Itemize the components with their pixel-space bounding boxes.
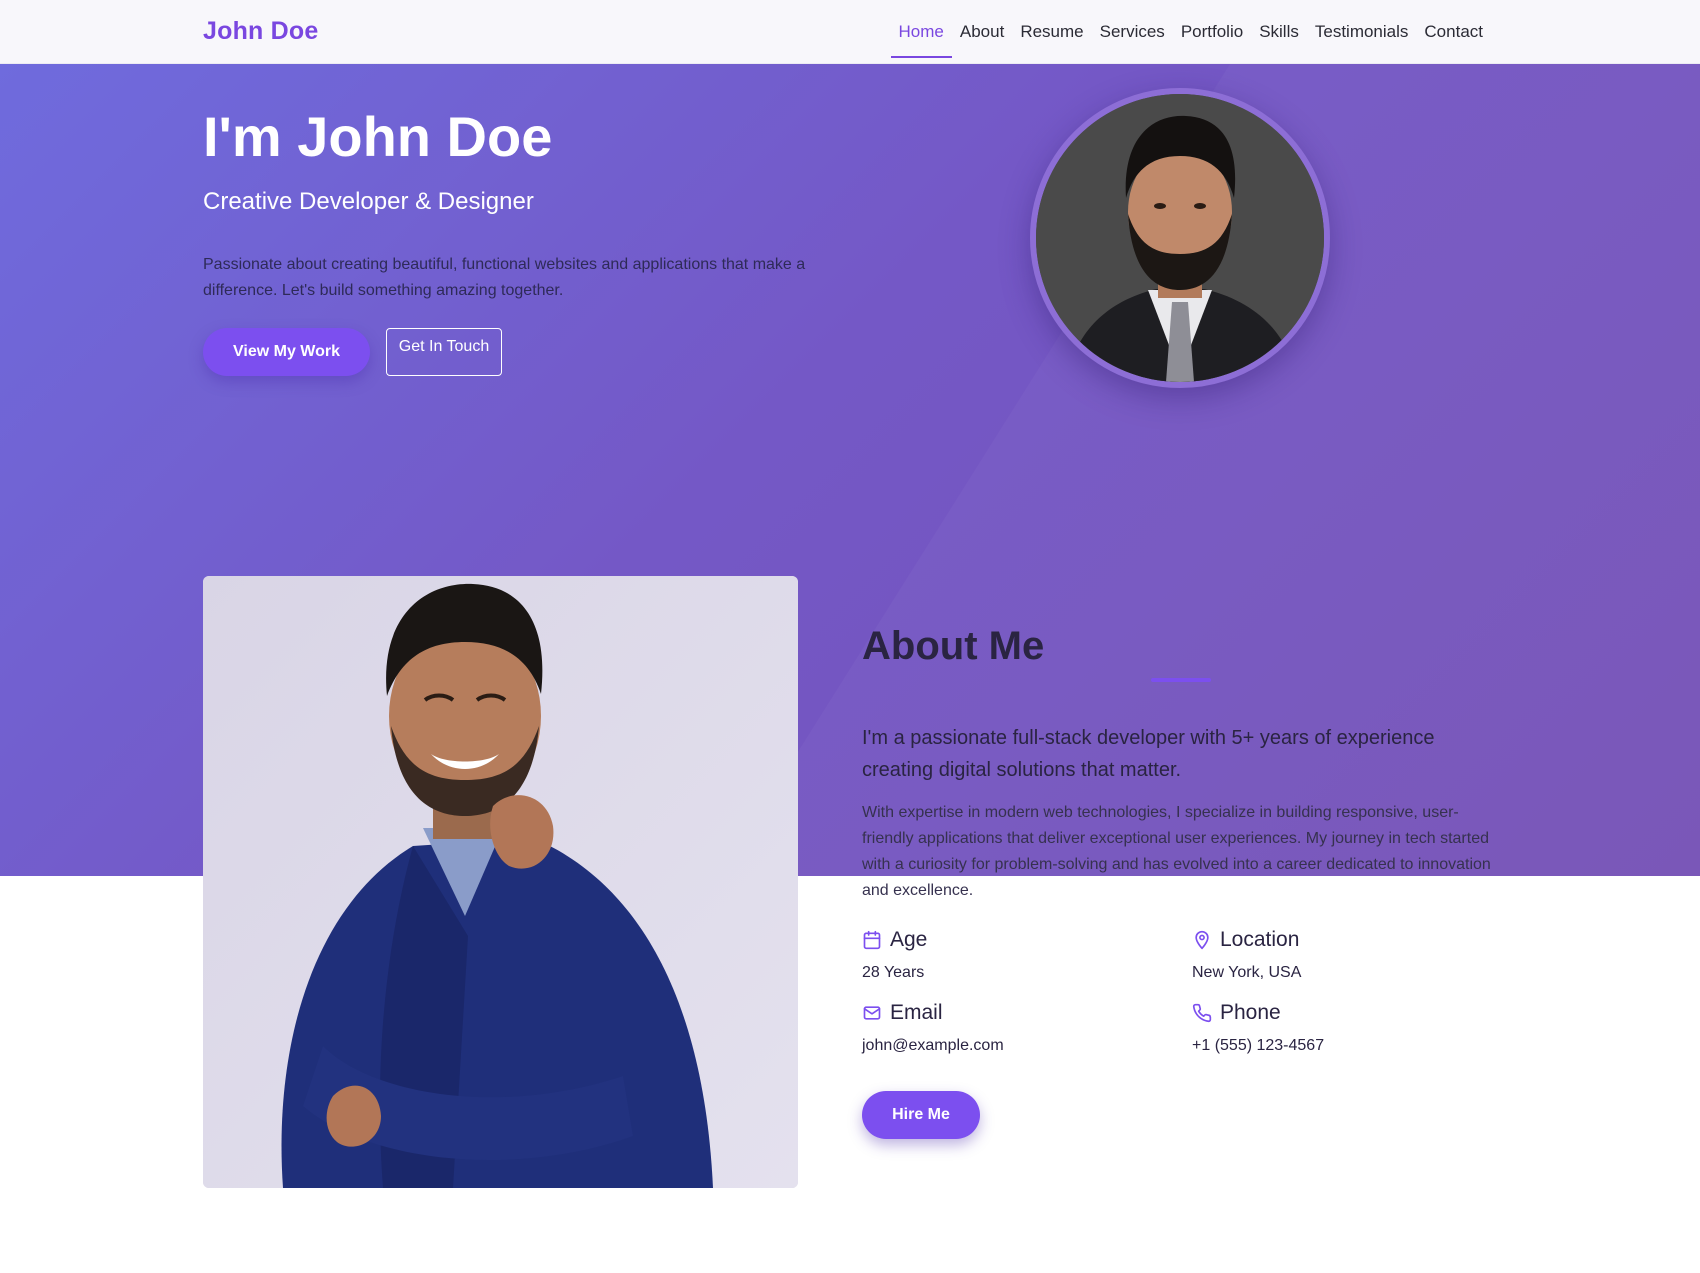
hero-subtitle: Creative Developer & Designer <box>203 188 534 215</box>
info-label-email: Email <box>890 1001 943 1024</box>
get-in-touch-button[interactable]: Get In Touch <box>386 328 502 376</box>
hero-description: Passionate about creating beautiful, fun… <box>203 256 806 299</box>
view-my-work-button[interactable]: View My Work <box>203 328 370 376</box>
info-label-phone: Phone <box>1220 1001 1281 1024</box>
info-age: Age 28 Years <box>862 928 927 982</box>
nav-resume[interactable]: Resume <box>1012 0 1091 64</box>
about-portrait-image <box>203 576 798 1188</box>
map-pin-icon <box>1195 930 1209 950</box>
nav-portfolio[interactable]: Portfolio <box>1173 0 1251 64</box>
nav-contact[interactable]: Contact <box>1416 0 1491 64</box>
calendar-icon <box>863 930 881 950</box>
info-value-location: New York, USA <box>1192 964 1302 981</box>
nav-skills[interactable]: Skills <box>1251 0 1307 64</box>
avatar-portrait-image <box>1036 94 1324 382</box>
about-title: About Me <box>862 624 1045 668</box>
about-photo <box>203 576 798 1188</box>
info-value-phone[interactable]: +1 (555) 123-4567 <box>1192 1037 1324 1055</box>
info-location: Location New York, USA <box>1192 928 1301 982</box>
nav-testimonials[interactable]: Testimonials <box>1307 0 1417 64</box>
info-email: Email john@example.com <box>862 1001 1004 1055</box>
info-value-email[interactable]: john@example.com <box>862 1037 1004 1055</box>
about-lead: I'm a passionate full-stack developer wi… <box>862 727 1435 781</box>
hero-title: I'm John Doe <box>203 105 553 168</box>
mail-icon <box>863 1006 881 1020</box>
info-label-age: Age <box>890 928 928 951</box>
info-label-location: Location <box>1220 928 1300 951</box>
info-value-age: 28 Years <box>862 964 925 981</box>
about-body: With expertise in modern web technologie… <box>862 804 1491 899</box>
nav-home[interactable]: Home <box>890 0 953 64</box>
nav-services[interactable]: Services <box>1092 0 1173 64</box>
hire-me-button[interactable]: Hire Me <box>862 1091 980 1139</box>
nav-about[interactable]: About <box>952 0 1012 64</box>
brand-logo[interactable]: John Doe <box>203 17 319 46</box>
hero-avatar <box>1030 88 1330 388</box>
phone-icon <box>1192 1003 1212 1023</box>
navbar: John Doe Home About Resume Services Port… <box>0 0 1700 64</box>
info-phone: Phone +1 (555) 123-4567 <box>1192 1001 1324 1055</box>
about-title-underline <box>1151 678 1211 682</box>
main-nav: Home About Resume Services Portfolio Ski… <box>890 0 1491 64</box>
